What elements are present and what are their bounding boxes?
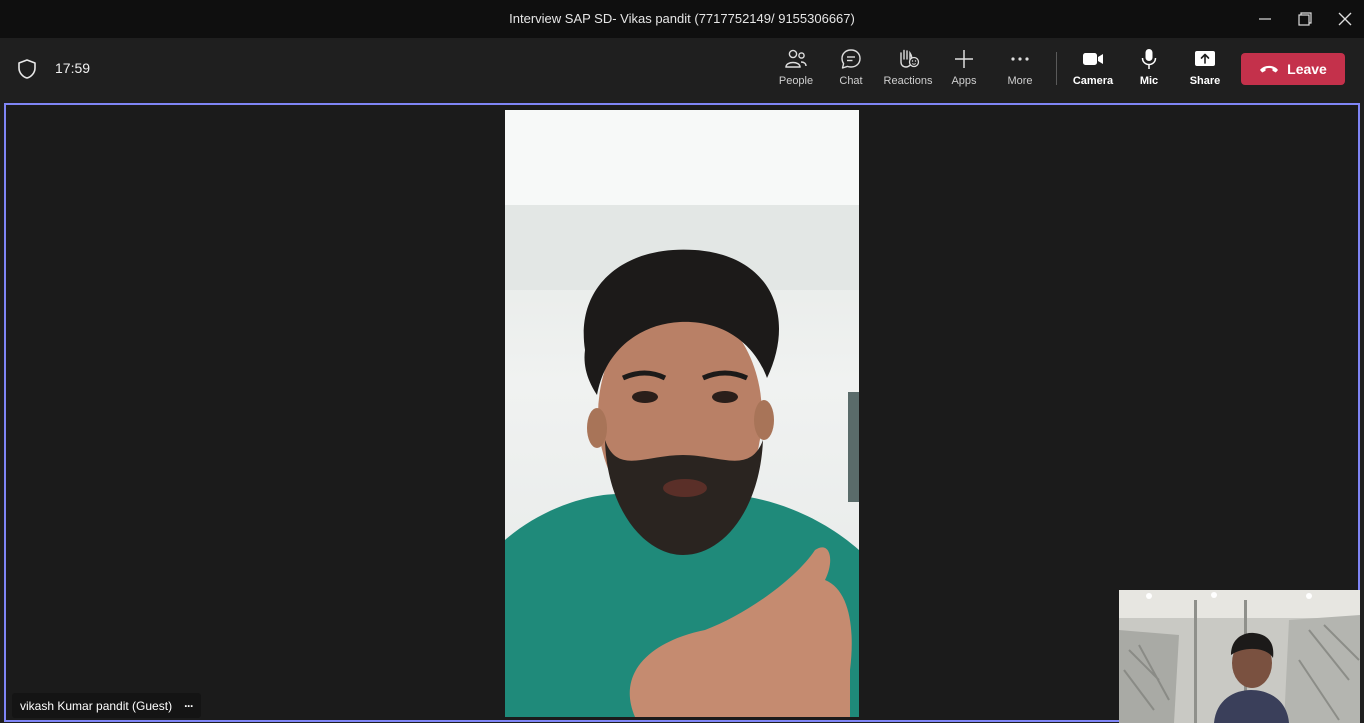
close-button[interactable] [1325, 0, 1364, 38]
leave-button[interactable]: Leave [1241, 53, 1345, 85]
more-icon [1011, 57, 1029, 61]
apps-button[interactable]: Apps [948, 48, 980, 94]
plus-icon [955, 50, 973, 68]
restore-icon [1298, 12, 1312, 26]
window-title: Interview SAP SD- Vikas pandit (77177521… [509, 11, 855, 26]
people-icon [785, 49, 807, 68]
participant-video[interactable] [505, 110, 859, 717]
mic-icon [1141, 49, 1157, 69]
chat-label: Chat [839, 75, 863, 87]
toolbar-divider [1056, 52, 1057, 85]
people-button[interactable]: People [778, 48, 814, 94]
participant-figure [505, 110, 859, 717]
share-label: Share [1189, 75, 1221, 87]
camera-icon [1083, 53, 1103, 65]
minimize-icon [1259, 18, 1271, 20]
reactions-label: Reactions [883, 75, 933, 87]
chat-icon [841, 49, 861, 69]
camera-label: Camera [1072, 75, 1114, 87]
people-label: People [778, 75, 814, 87]
share-icon [1195, 51, 1215, 66]
self-view-video[interactable] [1119, 590, 1360, 723]
minimize-button[interactable] [1245, 0, 1285, 38]
participant-name: vikash Kumar pandit (Guest) [20, 698, 173, 713]
shield-icon[interactable] [16, 58, 38, 80]
title-bar: Interview SAP SD- Vikas pandit (77177521… [0, 0, 1364, 38]
self-view-figure [1119, 590, 1360, 723]
more-button[interactable]: More [1004, 48, 1036, 94]
participant-more-icon[interactable]: ··· [184, 699, 194, 713]
meeting-timer: 17:59 [55, 60, 91, 76]
meeting-toolbar: 17:59 People Chat Reactions Apps More Ca… [0, 38, 1364, 102]
hang-up-icon [1260, 65, 1279, 73]
participant-name-tag: vikash Kumar pandit (Guest) ··· [12, 693, 202, 718]
reactions-icon [900, 49, 920, 68]
apps-label: Apps [951, 75, 977, 87]
more-label: More [1007, 75, 1033, 87]
mic-label: Mic [1139, 75, 1159, 87]
chat-button[interactable]: Chat [835, 48, 867, 94]
mic-button[interactable]: Mic [1135, 48, 1163, 94]
close-icon [1338, 12, 1352, 26]
camera-button[interactable]: Camera [1072, 48, 1114, 94]
reactions-button[interactable]: Reactions [882, 48, 934, 94]
leave-label: Leave [1287, 61, 1327, 77]
restore-button[interactable] [1285, 0, 1325, 38]
share-button[interactable]: Share [1188, 48, 1222, 94]
